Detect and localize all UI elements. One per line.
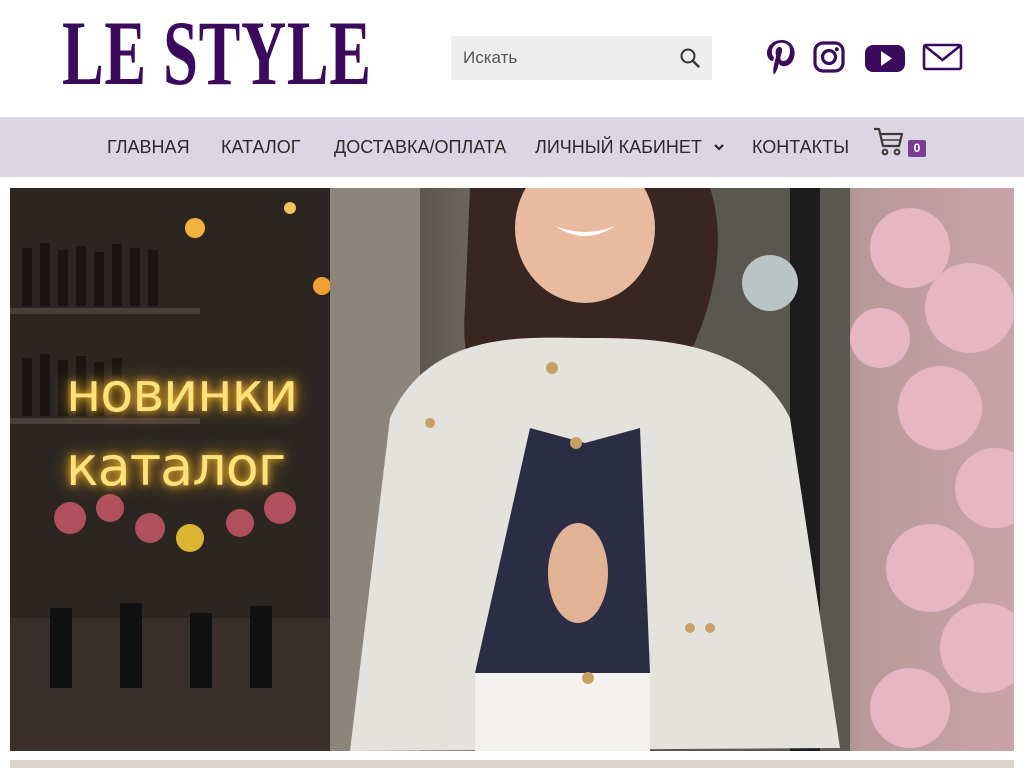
- nav-item-delivery[interactable]: ДОСТАВКА/ОПЛАТА: [334, 117, 506, 177]
- hero-banner[interactable]: новинки каталог: [10, 188, 1014, 751]
- pinterest-icon[interactable]: [764, 38, 798, 78]
- cart-count-badge: 0: [908, 140, 926, 157]
- nav-item-account[interactable]: ЛИЧНЫЙ КАБИНЕТ: [535, 117, 725, 177]
- cart-icon: [873, 127, 905, 162]
- main-nav: ГЛАВНАЯ КАТАЛОГ ДОСТАВКА/ОПЛАТА ЛИЧНЫЙ К…: [0, 117, 1024, 177]
- chevron-down-icon: [713, 116, 725, 176]
- banner-headline-line2: каталог: [66, 435, 286, 498]
- instagram-icon[interactable]: [812, 38, 846, 78]
- search-bar: [451, 36, 712, 80]
- search-input[interactable]: [451, 36, 671, 80]
- nav-item-contacts[interactable]: КОНТАКТЫ: [752, 117, 849, 177]
- search-icon[interactable]: [679, 47, 701, 69]
- nav-item-account-label: ЛИЧНЫЙ КАБИНЕТ: [535, 137, 702, 157]
- nav-item-home[interactable]: ГЛАВНАЯ: [107, 117, 190, 177]
- site-header: LE STYLE: [0, 0, 1024, 117]
- youtube-icon[interactable]: [864, 38, 906, 78]
- site-logo[interactable]: LE STYLE: [62, 7, 371, 99]
- next-banner-edge: [10, 760, 1014, 768]
- banner-headline-line1: новинки: [66, 361, 298, 424]
- nav-item-catalog[interactable]: КАТАЛОГ: [221, 117, 300, 177]
- mail-icon[interactable]: [922, 38, 964, 78]
